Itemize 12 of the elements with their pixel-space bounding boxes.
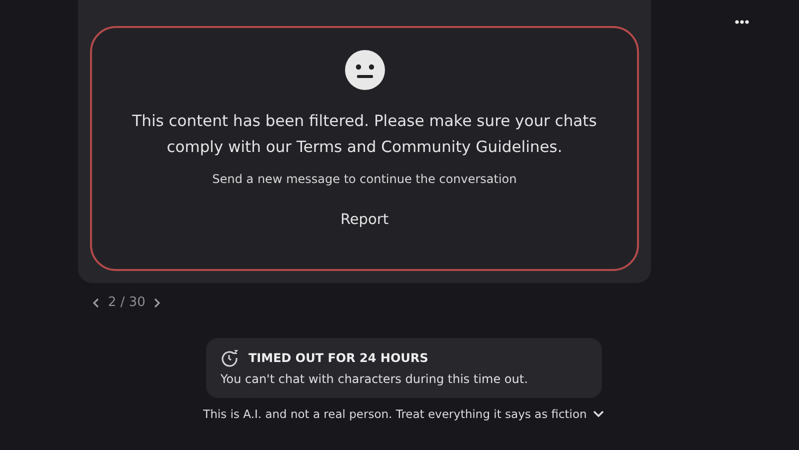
- continue-hint: Send a new message to continue the conversation: [212, 172, 517, 186]
- report-button[interactable]: Report: [332, 208, 397, 232]
- page-counter: 2 / 30: [108, 295, 146, 310]
- ai-disclaimer[interactable]: This is A.I. and not a real person. Treat everything it says as fiction: [203, 407, 604, 421]
- timeout-title: TIMED OUT FOR 24 HOURS: [248, 351, 428, 365]
- timeout-message: You can't chat with characters during this time out.: [220, 372, 529, 386]
- filtered-message: This content has been filtered. Please make sure your chats comply with our Terms and Community Guidelines.: [131, 111, 598, 158]
- neutral-face-icon: [344, 50, 384, 90]
- timer-icon: [220, 349, 238, 367]
- previous-button[interactable]: [92, 298, 100, 308]
- chevron-icon: [592, 410, 604, 418]
- next-button[interactable]: [153, 298, 162, 308]
